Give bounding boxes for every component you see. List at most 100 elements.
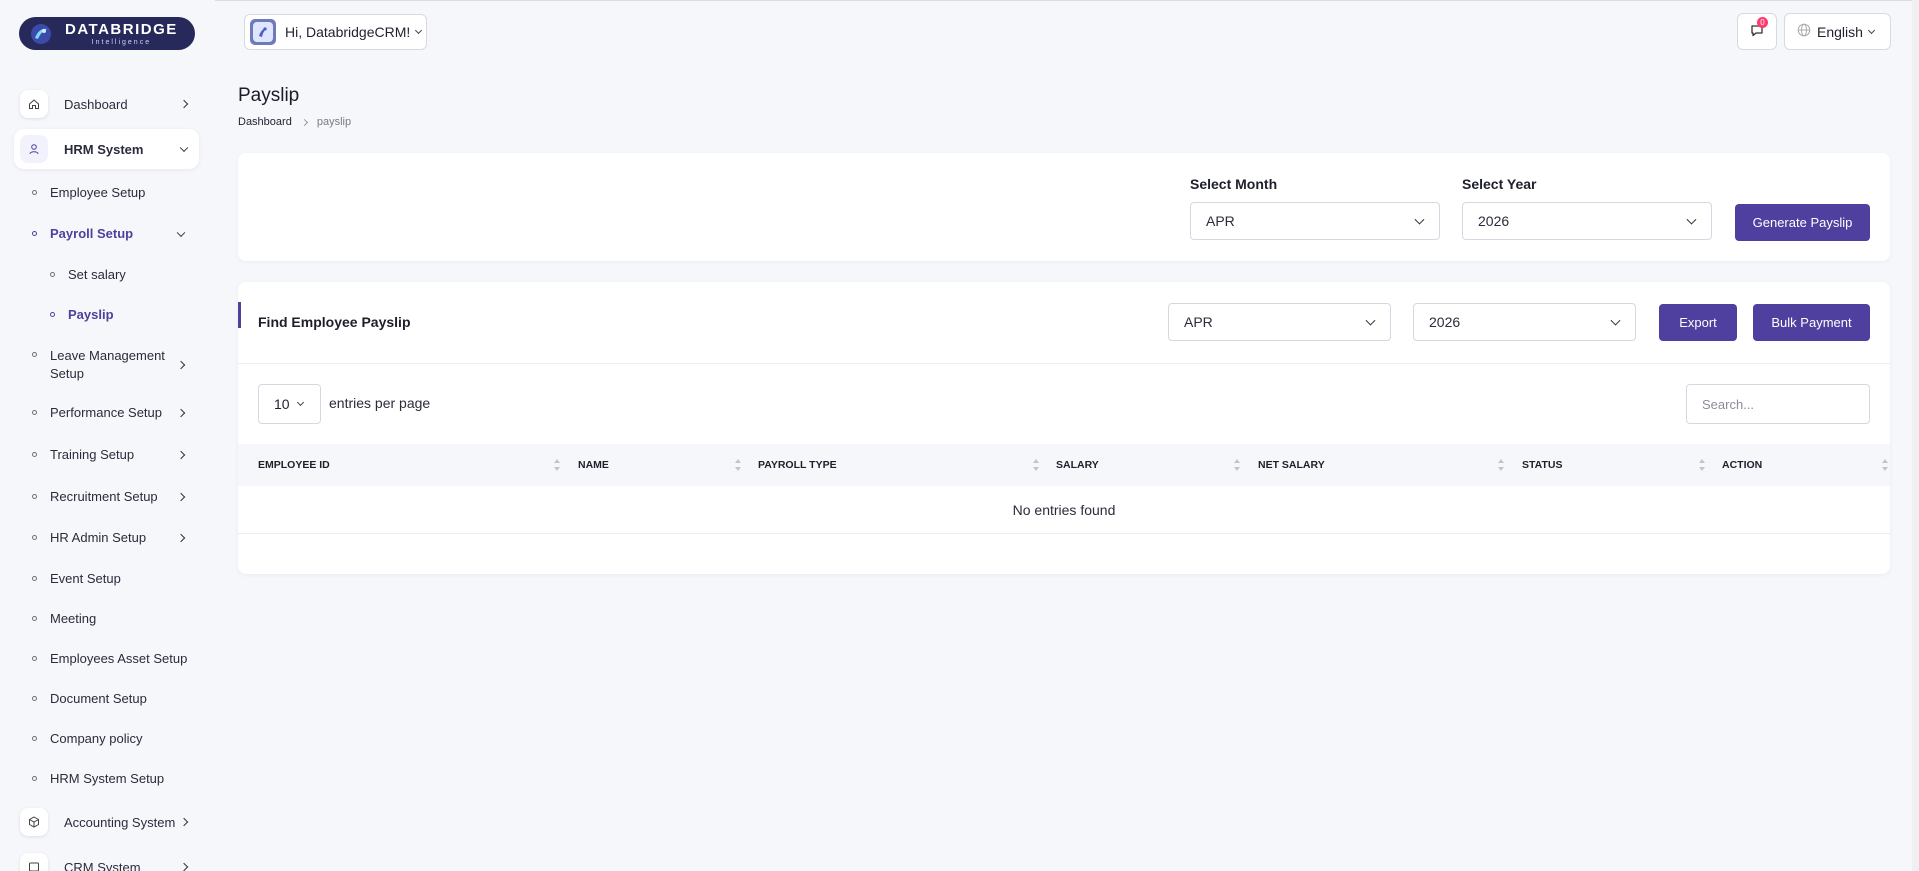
bullet-icon <box>32 616 37 621</box>
select-month-label: Select Month <box>1190 176 1278 192</box>
chevron-down-icon <box>1610 315 1621 326</box>
generate-payslip-card: Select Month APR Select Year 2026 Genera… <box>238 153 1890 261</box>
sidebar-label-set-salary: Set salary <box>68 267 126 282</box>
language-label: English <box>1817 23 1863 40</box>
bullet-icon <box>50 272 55 277</box>
sidebar-label-crm-system: CRM System <box>64 859 141 871</box>
page-scrollbar[interactable] <box>1912 0 1919 871</box>
user-menu-button[interactable]: Hi, DatabridgeCRM! <box>244 14 427 50</box>
select-year-label: Select Year <box>1462 176 1537 192</box>
logo-mark-icon <box>29 22 53 46</box>
sidebar-item-employees-asset-setup[interactable]: Employees Asset Setup <box>32 651 192 666</box>
sidebar-item-hrm-system-setup[interactable]: HRM System Setup <box>32 771 192 786</box>
bullet-icon <box>32 190 37 195</box>
sidebar-item-performance-setup[interactable]: Performance Setup <box>32 405 192 420</box>
sidebar-item-event-setup[interactable]: Event Setup <box>32 571 192 586</box>
filter-month-select[interactable]: APR <box>1168 303 1391 341</box>
sidebar-item-payroll-setup[interactable]: Payroll Setup <box>32 226 192 241</box>
sidebar-item-meeting[interactable]: Meeting <box>32 611 192 626</box>
chevron-down-icon <box>1365 315 1376 326</box>
sidebar-label-meeting: Meeting <box>50 611 97 626</box>
column-header-name[interactable]: NAME <box>578 444 609 486</box>
chevron-right-icon <box>300 118 308 126</box>
chevron-right-icon <box>179 862 189 871</box>
filter-year-select[interactable]: 2026 <box>1413 303 1636 341</box>
bullet-icon <box>32 656 37 661</box>
bullet-icon <box>32 736 37 741</box>
bulk-payment-button[interactable]: Bulk Payment <box>1753 304 1870 341</box>
sidebar-item-accounting-system[interactable]: Accounting System <box>14 802 199 842</box>
sidebar-item-hrm-system[interactable]: HRM System <box>14 129 199 169</box>
breadcrumb-current: payslip <box>316 116 352 128</box>
chevron-down-icon <box>176 228 186 237</box>
sidebar-item-training-setup[interactable]: Training Setup <box>32 447 192 462</box>
export-button[interactable]: Export <box>1659 304 1737 341</box>
year-select-value: 2026 <box>1478 213 1510 229</box>
empty-table-message: No entries found <box>238 486 1890 534</box>
page-title: Payslip <box>238 85 300 106</box>
column-header-salary[interactable]: SALARY <box>1056 444 1099 486</box>
sort-icon[interactable] <box>554 459 560 471</box>
sidebar-item-leave-management[interactable]: Leave Management Setup <box>32 347 192 383</box>
month-select[interactable]: APR <box>1190 202 1440 240</box>
brand-logo[interactable]: DATABRIDGE Intelligence <box>19 17 195 50</box>
sort-icon[interactable] <box>1498 459 1504 471</box>
column-header-employee-id[interactable]: EMPLOYEE ID <box>258 444 330 486</box>
sort-icon[interactable] <box>1234 459 1240 471</box>
bullet-icon <box>32 452 37 457</box>
sidebar-label-payroll-setup: Payroll Setup <box>50 226 134 241</box>
column-header-action[interactable]: ACTION <box>1722 444 1762 486</box>
sidebar-item-hr-admin-setup[interactable]: HR Admin Setup <box>32 530 192 545</box>
sidebar-label-employee-setup: Employee Setup <box>50 185 146 200</box>
chevron-down-icon <box>296 398 304 407</box>
sidebar-item-payslip[interactable]: Payslip <box>50 307 210 322</box>
sidebar-item-set-salary[interactable]: Set salary <box>50 267 210 282</box>
divider <box>238 363 1890 364</box>
year-select[interactable]: 2026 <box>1462 202 1712 240</box>
bullet-icon <box>32 535 37 540</box>
column-header-payroll-type[interactable]: PAYROLL TYPE <box>758 444 837 486</box>
top-border <box>0 0 1919 1</box>
globe-icon <box>1797 23 1811 40</box>
sidebar-item-company-policy[interactable]: Company policy <box>32 731 192 746</box>
sidebar-label-event-setup: Event Setup <box>50 571 121 586</box>
sort-icon[interactable] <box>1882 459 1888 471</box>
sidebar-label-leave-management: Leave Management <box>50 348 165 363</box>
bullet-icon <box>32 494 37 499</box>
layers-icon <box>20 853 48 871</box>
bullet-icon <box>32 352 37 357</box>
sidebar-label-payslip: Payslip <box>68 307 114 322</box>
home-icon <box>20 90 48 118</box>
sort-icon[interactable] <box>1033 459 1039 471</box>
notifications-button[interactable]: 0 <box>1737 13 1777 50</box>
column-header-net-salary[interactable]: NET SALARY <box>1258 444 1325 486</box>
chevron-right-icon <box>176 408 186 417</box>
breadcrumb-home[interactable]: Dashboard <box>238 116 292 128</box>
sidebar-label-employees-asset-setup: Employees Asset Setup <box>50 651 188 666</box>
month-select-value: APR <box>1206 213 1235 229</box>
filter-year-value: 2026 <box>1429 314 1461 330</box>
bullet-icon <box>32 696 37 701</box>
chevron-down-icon <box>179 143 189 153</box>
chevron-right-icon <box>176 450 186 459</box>
entries-per-page-label: entries per page <box>329 395 431 411</box>
sort-icon[interactable] <box>1699 459 1705 471</box>
entries-per-page-select[interactable]: 10 <box>258 384 321 424</box>
sidebar-item-employee-setup[interactable]: Employee Setup <box>32 185 192 200</box>
generate-payslip-button[interactable]: Generate Payslip <box>1735 204 1870 241</box>
chevron-down-icon <box>1686 214 1697 225</box>
sidebar-item-dashboard[interactable]: Dashboard <box>14 84 199 124</box>
brand-name: DATABRIDGE <box>65 20 178 38</box>
column-header-status[interactable]: STATUS <box>1522 444 1562 486</box>
sidebar-item-document-setup[interactable]: Document Setup <box>32 691 192 706</box>
user-icon <box>20 135 48 163</box>
notification-badge: 0 <box>1757 17 1768 28</box>
avatar <box>250 19 276 45</box>
sidebar-item-crm-system[interactable]: CRM System <box>14 847 199 871</box>
sort-icon[interactable] <box>735 459 741 471</box>
search-input[interactable] <box>1686 384 1870 424</box>
sidebar-item-recruitment-setup[interactable]: Recruitment Setup <box>32 489 192 504</box>
sidebar-label-hrm-system: HRM System <box>64 141 144 157</box>
sidebar-label-training-setup: Training Setup <box>50 447 135 462</box>
language-selector[interactable]: English <box>1784 13 1891 50</box>
